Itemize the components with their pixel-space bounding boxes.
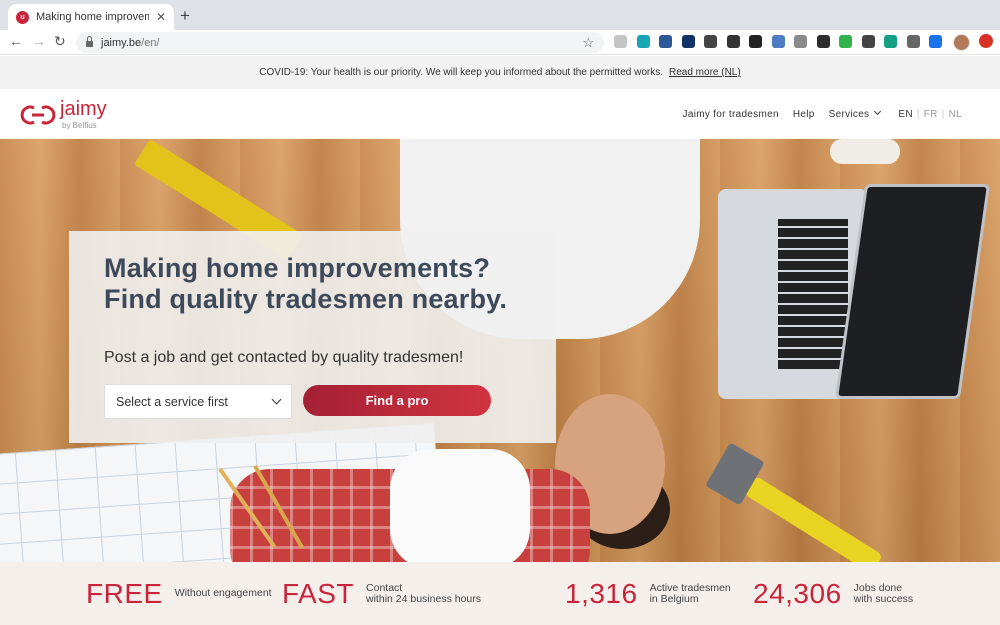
address-bar[interactable]: jaimy.be/en/ ☆ <box>76 32 604 53</box>
stats-strip: FREE Without engagement FAST Contact with… <box>0 562 1000 625</box>
forward-arrow-icon[interactable]: → <box>32 33 46 49</box>
bookmark-star-icon[interactable]: ☆ <box>582 35 594 51</box>
browser-tab[interactable]: ʊ Making home improvements? F ✕ <box>8 4 174 30</box>
hero-subtitle: Post a job and get contacted by quality … <box>104 349 464 366</box>
hero-title: Making home improvements? Find quality t… <box>104 253 508 314</box>
browser-extension-icon[interactable] <box>884 35 897 48</box>
stat-active-tradesmen: 1,316 Active tradesmen in Belgium <box>565 562 731 625</box>
stat-label: Contact within 24 business hours <box>366 581 481 605</box>
browser-extension-icon[interactable] <box>794 35 807 48</box>
lock-icon <box>86 36 93 47</box>
browser-extension-icon[interactable] <box>771 35 785 48</box>
service-select-value: Select a service first <box>116 394 228 409</box>
logo-wordmark: jaimy <box>60 98 107 120</box>
jaimy-logo-icon <box>20 105 56 125</box>
logo-subtitle: by Belfius <box>62 121 97 130</box>
browser-extension-icon[interactable] <box>861 35 875 48</box>
stat-fast: FAST Contact within 24 business hours <box>282 562 481 625</box>
stat-label: Jobs done with success <box>853 581 914 605</box>
lang-nl[interactable]: NL <box>949 109 962 120</box>
browser-extension-icon[interactable] <box>659 35 672 48</box>
new-tab-button[interactable]: + <box>180 6 190 26</box>
browser-menu-icon[interactable] <box>979 34 993 48</box>
stat-jobs-done: 24,306 Jobs done with success <box>753 562 913 625</box>
covid-banner-text: COVID-19: Your health is our priority. W… <box>259 67 663 78</box>
jaimy-favicon-icon: ʊ <box>16 10 29 24</box>
find-a-pro-button[interactable]: Find a pro <box>303 385 491 416</box>
browser-extension-icon[interactable] <box>929 35 942 48</box>
browser-extension-icon[interactable] <box>749 35 762 48</box>
hero-section: Making home improvements? Find quality t… <box>0 139 1000 562</box>
read-more-link[interactable]: Read more (NL) <box>669 67 741 78</box>
chevron-down-icon <box>874 107 882 116</box>
nav-help[interactable]: Help <box>793 109 815 120</box>
main-nav: Jaimy for tradesmen Help Services EN | F… <box>669 107 962 120</box>
stat-label: Active tradesmen in Belgium <box>649 581 731 605</box>
stat-free: FREE Without engagement <box>86 562 272 625</box>
back-arrow-icon[interactable]: ← <box>9 33 23 49</box>
paint-roller-decoration <box>830 139 900 164</box>
browser-extension-icon[interactable] <box>839 35 852 48</box>
browser-toolbar: ← → ↻ jaimy.be/en/ ☆ <box>0 30 1000 55</box>
covid-banner: COVID-19: Your health is our priority. W… <box>0 56 1000 89</box>
browser-extension-icon[interactable] <box>681 35 695 48</box>
nav-services-label: Services <box>828 109 870 120</box>
browser-extension-icon[interactable] <box>636 35 650 48</box>
browser-tab-bar: ʊ Making home improvements? F ✕ + <box>0 0 1000 30</box>
close-tab-icon[interactable]: ✕ <box>156 10 166 24</box>
chevron-down-icon <box>271 394 282 405</box>
nav-jaimy-for-tradesmen[interactable]: Jaimy for tradesmen <box>683 109 779 120</box>
lang-separator: | <box>941 109 945 120</box>
browser-extension-icon[interactable] <box>704 35 717 48</box>
url-text: jaimy.be/en/ <box>101 36 160 49</box>
reload-icon[interactable]: ↻ <box>54 33 66 50</box>
stat-value: FAST <box>282 577 355 609</box>
lang-en[interactable]: EN <box>898 109 913 120</box>
lang-separator: | <box>916 109 920 120</box>
tab-title: Making home improvements? F <box>36 11 149 23</box>
browser-extension-icon[interactable] <box>614 35 627 48</box>
stat-label: Without engagement <box>174 587 272 599</box>
profile-avatar[interactable] <box>953 34 970 51</box>
jaimy-logo[interactable]: jaimy by Belfius <box>20 98 110 132</box>
service-select[interactable]: Select a service first <box>104 384 292 419</box>
site-header: jaimy by Belfius Jaimy for tradesmen Hel… <box>0 89 1000 139</box>
nav-services[interactable]: Services <box>828 107 882 120</box>
hero-search-card: Making home improvements? Find quality t… <box>69 231 556 443</box>
browser-extension-icon[interactable] <box>816 35 830 48</box>
laptop-keyboard-decoration <box>778 219 848 369</box>
stat-value: 24,306 <box>753 577 842 609</box>
stat-value: 1,316 <box>565 577 638 609</box>
browser-extension-icon[interactable] <box>906 35 920 48</box>
woman-top-decoration <box>390 449 530 562</box>
browser-extension-icon[interactable] <box>726 35 740 48</box>
lang-fr[interactable]: FR <box>924 109 938 120</box>
stat-value: FREE <box>86 577 163 609</box>
